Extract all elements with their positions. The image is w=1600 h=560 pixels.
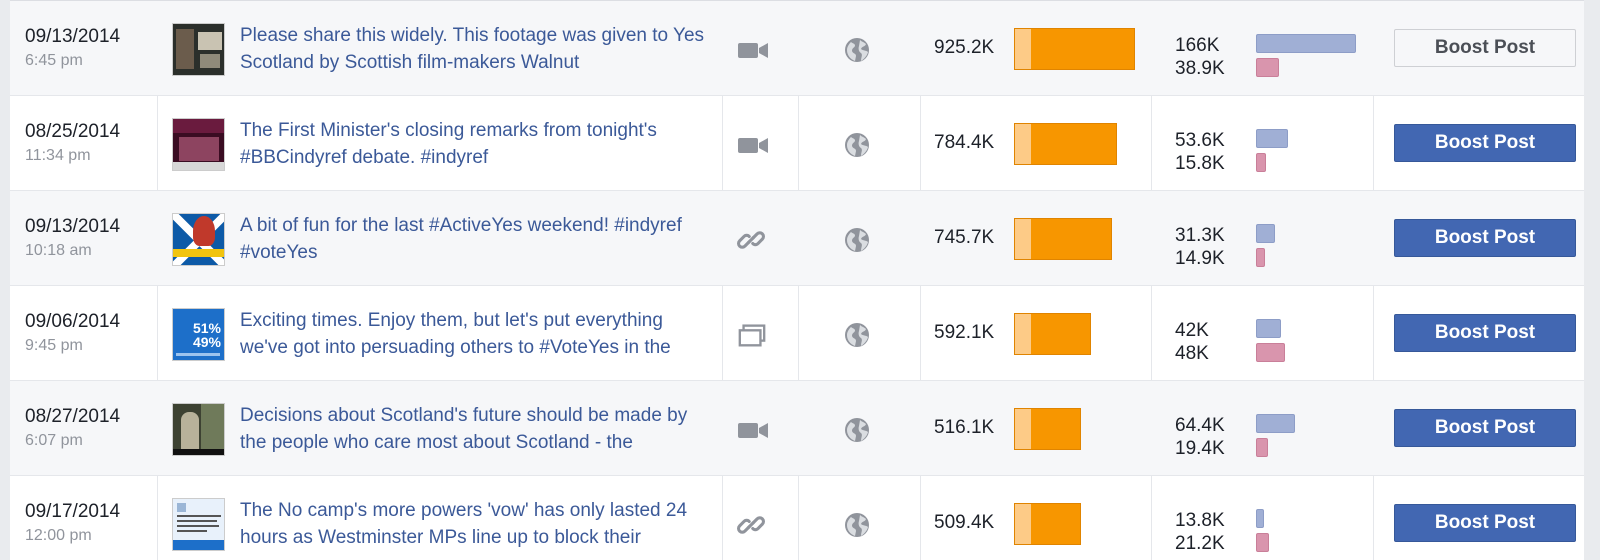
post-thumbnail[interactable]	[172, 498, 225, 551]
engagement-reactions-value: 15.8K	[1175, 153, 1225, 174]
globe-icon	[844, 37, 870, 63]
reach-bar-organic	[1015, 219, 1031, 259]
post-date: 09/13/2014	[25, 26, 121, 47]
globe-icon	[844, 227, 870, 253]
engagement-clicks-bar	[1256, 319, 1281, 338]
boost-post-button[interactable]: Boost Post	[1394, 219, 1576, 257]
post-row: 08/25/2014 11:34 pm The First Minister's…	[10, 96, 1584, 191]
engagement-clicks-bar	[1256, 129, 1288, 148]
post-text-link[interactable]: Decisions about Scotland's future should…	[240, 402, 710, 456]
globe-icon	[844, 322, 870, 348]
engagement-clicks-bar	[1256, 34, 1356, 53]
post-text-link[interactable]: The First Minister's closing remarks fro…	[240, 117, 710, 171]
engagement-clicks-value: 166K	[1175, 35, 1220, 56]
reach-bar	[1014, 28, 1135, 70]
post-date: 08/27/2014	[25, 406, 121, 427]
engagement-reactions-bar	[1256, 153, 1266, 172]
post-row: 09/06/2014 9:45 pm 51% 49% Exciting times…	[10, 286, 1584, 381]
post-thumbnail[interactable]	[172, 213, 225, 266]
engagement-reactions-value: 21.2K	[1175, 533, 1225, 554]
video-icon	[737, 133, 769, 157]
boost-post-button[interactable]: Boost Post	[1394, 314, 1576, 352]
post-thumbnail[interactable]	[172, 118, 225, 171]
video-icon	[737, 38, 769, 62]
globe-icon	[844, 417, 870, 443]
engagement-reactions-value: 38.9K	[1175, 58, 1225, 79]
post-row: 09/17/2014 12:00 pm The No camp's more p…	[10, 476, 1584, 560]
engagement-reactions-bar	[1256, 58, 1279, 77]
post-time: 10:18 am	[25, 242, 92, 259]
engagement-clicks-bar	[1256, 224, 1275, 243]
post-time: 6:45 pm	[25, 52, 83, 69]
reach-value: 784.4K	[934, 132, 995, 153]
post-date: 09/06/2014	[25, 311, 121, 332]
engagement-clicks-value: 13.8K	[1175, 510, 1225, 531]
post-row: 09/13/2014 6:45 pm Please share this wid…	[10, 1, 1584, 96]
engagement-clicks-bar	[1256, 509, 1264, 528]
reach-bar-organic	[1015, 504, 1031, 544]
post-time: 9:45 pm	[25, 337, 83, 354]
reach-bar	[1014, 503, 1081, 545]
reach-value: 745.7K	[934, 227, 995, 248]
post-date: 09/13/2014	[25, 216, 121, 237]
post-text-link[interactable]: A bit of fun for the last #ActiveYes wee…	[240, 212, 710, 266]
engagement-reactions-value: 14.9K	[1175, 248, 1225, 269]
posts-table: 09/13/2014 6:45 pm Please share this wid…	[10, 0, 1584, 560]
reach-bar-organic	[1015, 314, 1031, 354]
post-row: 09/13/2014 10:18 am A bit of fun for the…	[10, 191, 1584, 286]
post-date: 09/17/2014	[25, 501, 121, 522]
post-thumbnail[interactable]	[172, 23, 225, 76]
engagement-clicks-value: 31.3K	[1175, 225, 1225, 246]
post-time: 12:00 pm	[25, 527, 92, 544]
reach-bar-organic	[1015, 29, 1031, 69]
post-text-link[interactable]: Exciting times. Enjoy them, but let's pu…	[240, 307, 710, 361]
post-time: 6:07 pm	[25, 432, 83, 449]
engagement-clicks-bar	[1256, 414, 1295, 433]
engagement-clicks-value: 64.4K	[1175, 415, 1225, 436]
boost-post-button[interactable]: Boost Post	[1394, 124, 1576, 162]
boost-post-button[interactable]: Boost Post	[1394, 504, 1576, 542]
link-icon	[737, 228, 769, 252]
engagement-clicks-value: 42K	[1175, 320, 1209, 341]
reach-bar-organic	[1015, 124, 1031, 164]
reach-bar	[1014, 123, 1117, 165]
engagement-reactions-bar	[1256, 248, 1265, 267]
reach-value: 592.1K	[934, 322, 995, 343]
photo-icon	[737, 323, 769, 347]
reach-bar	[1014, 218, 1112, 260]
post-text-link[interactable]: The No camp's more powers 'vow' has only…	[240, 497, 710, 551]
reach-value: 925.2K	[934, 37, 995, 58]
reach-bar	[1014, 408, 1081, 450]
boost-post-button[interactable]: Boost Post	[1394, 409, 1576, 447]
boost-post-button[interactable]: Boost Post	[1394, 29, 1576, 67]
globe-icon	[844, 512, 870, 538]
poll-thumb-text: 51% 49%	[192, 320, 221, 350]
post-text-link[interactable]: Please share this widely. This footage w…	[240, 22, 710, 76]
video-icon	[737, 418, 769, 442]
engagement-reactions-bar	[1256, 343, 1285, 362]
reach-bar-organic	[1015, 409, 1031, 449]
post-time: 11:34 pm	[25, 147, 91, 164]
post-thumbnail[interactable]	[172, 403, 225, 456]
reach-value: 516.1K	[934, 417, 995, 438]
engagement-reactions-value: 48K	[1175, 343, 1209, 364]
engagement-reactions-bar	[1256, 438, 1268, 457]
post-thumbnail[interactable]: 51% 49%	[172, 308, 225, 361]
link-icon	[737, 513, 769, 537]
engagement-clicks-value: 53.6K	[1175, 130, 1225, 151]
post-date: 08/25/2014	[25, 121, 121, 142]
reach-value: 509.4K	[934, 512, 995, 533]
engagement-reactions-bar	[1256, 533, 1269, 552]
post-row: 08/27/2014 6:07 pm Decisions about Scotl…	[10, 381, 1584, 476]
reach-bar	[1014, 313, 1091, 355]
engagement-reactions-value: 19.4K	[1175, 438, 1225, 459]
globe-icon	[844, 132, 870, 158]
